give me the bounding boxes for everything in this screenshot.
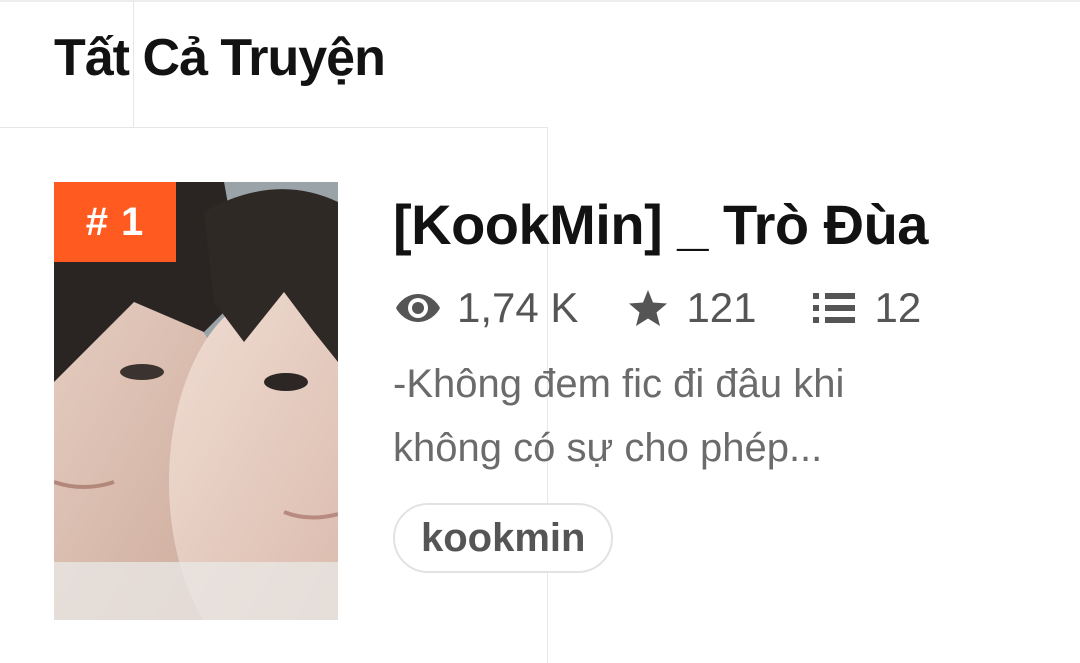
story-title[interactable]: [KookMin] _ Trò Đùa [393, 192, 928, 257]
section-title: Tất Cả Truyện [54, 29, 386, 87]
parts-stat: 12 [812, 284, 922, 332]
votes-stat: 121 [628, 284, 757, 332]
top-divider [0, 0, 1080, 2]
views-count: 1,74 K [457, 284, 579, 331]
description-line-1: -Không đem fic đi đâu khi [393, 362, 845, 406]
story-stats: 1,74 K 121 12 [395, 282, 921, 334]
description-line-2: không có sự cho phép... [393, 426, 823, 470]
header-divider-vertical [133, 0, 134, 128]
story-description: -Không đem fic đi đâu khi không có sự ch… [393, 352, 953, 480]
votes-count: 121 [686, 284, 757, 331]
rank-badge: # 1 [54, 182, 176, 262]
tag-chip[interactable]: kookmin [393, 503, 614, 573]
story-list-page: Tất Cả Truyện # 1 [KookMin] _ Trò Đùa 1,… [0, 0, 1080, 663]
star-icon [628, 289, 668, 327]
views-stat: 1,74 K [395, 284, 578, 332]
parts-count: 12 [874, 284, 922, 331]
eye-icon [395, 292, 441, 324]
list-icon [812, 291, 855, 325]
header-divider-horizontal [0, 127, 548, 128]
